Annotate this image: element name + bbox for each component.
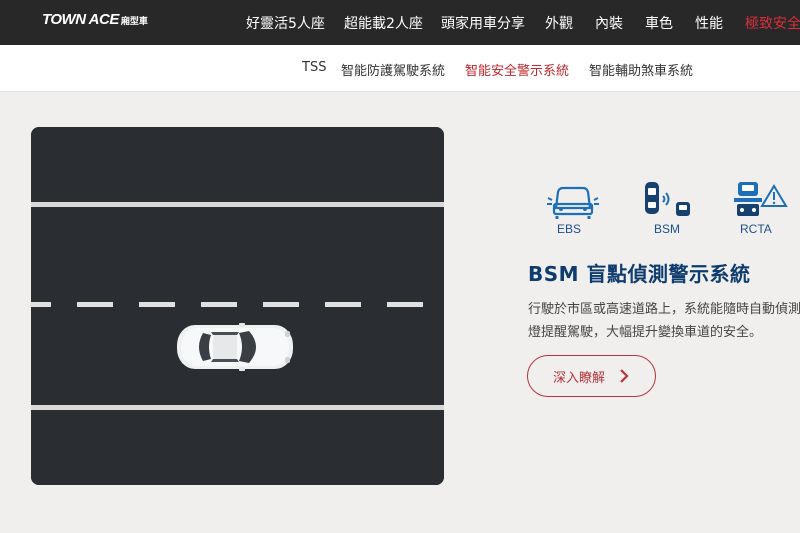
section-description: 行駛於市區或高速道路上，系統能隨時自動偵測 燈提醒駕駛，大幅提升變換車道的安全。	[528, 298, 800, 344]
lane-line-bottom	[31, 405, 444, 410]
subnav-item-safety-warning[interactable]: 智能安全警示系統	[465, 60, 569, 79]
car-top-view	[177, 323, 293, 371]
nav-item-colors[interactable]: 車色	[645, 13, 673, 33]
sub-nav-bar: TSS 智能防護駕駛系統 智能安全警示系統 智能輔助煞車系統	[0, 45, 800, 92]
lane-line-top	[31, 202, 444, 207]
nav-item-5-seater[interactable]: 好靈活5人座	[246, 13, 325, 33]
description-line-1: 行駛於市區或高速道路上，系統能隨時自動偵測	[528, 302, 800, 317]
blind-spot-icon	[645, 182, 690, 216]
rear-cross-traffic-icon	[734, 182, 788, 216]
chevron-right-icon	[620, 369, 629, 383]
road-graphic	[31, 127, 444, 485]
description-line-2: 燈提醒駕駛，大幅提升變換車道的安全。	[528, 325, 763, 340]
feature-bsm-label: BSM	[653, 222, 680, 236]
nav-item-performance[interactable]: 性能	[695, 13, 723, 33]
top-nav-bar: TOWN ACE 廂型車 好靈活5人座 超能載2人座 頭家用車分享 外觀 內裝 …	[0, 0, 800, 45]
subnav-item-protective-driving[interactable]: 智能防護駕駛系統	[341, 60, 445, 79]
learn-more-button[interactable]: 深入瞭解	[527, 355, 656, 397]
nav-item-owner-stories[interactable]: 頭家用車分享	[441, 13, 525, 33]
nav-item-2-seater[interactable]: 超能載2人座	[344, 13, 423, 33]
town-ace-logo[interactable]: TOWN ACE 廂型車	[42, 11, 148, 31]
subnav-item-tss[interactable]: TSS	[302, 60, 326, 75]
nav-item-interior[interactable]: 內裝	[595, 13, 623, 33]
feature-ebs[interactable]: EBS	[544, 180, 599, 236]
section-title: BSM 盲點偵測警示系統	[528, 262, 751, 286]
learn-more-label: 深入瞭解	[553, 370, 606, 386]
feature-ebs-label: EBS	[556, 222, 581, 236]
feature-bsm[interactable]: BSM	[642, 180, 692, 236]
car-front-warning-icon	[547, 186, 599, 219]
feature-rcta[interactable]: RCTA	[732, 180, 790, 236]
nav-item-exterior[interactable]: 外觀	[545, 13, 573, 33]
logo-text: TOWN ACE	[42, 11, 119, 28]
nav-item-safety[interactable]: 極致安全	[745, 13, 800, 33]
feature-rcta-label: RCTA	[740, 222, 772, 236]
subnav-item-brake-assist[interactable]: 智能輔助煞車系統	[589, 60, 693, 79]
blind-spot-illustration	[31, 127, 444, 485]
logo-subtext: 廂型車	[120, 17, 148, 27]
